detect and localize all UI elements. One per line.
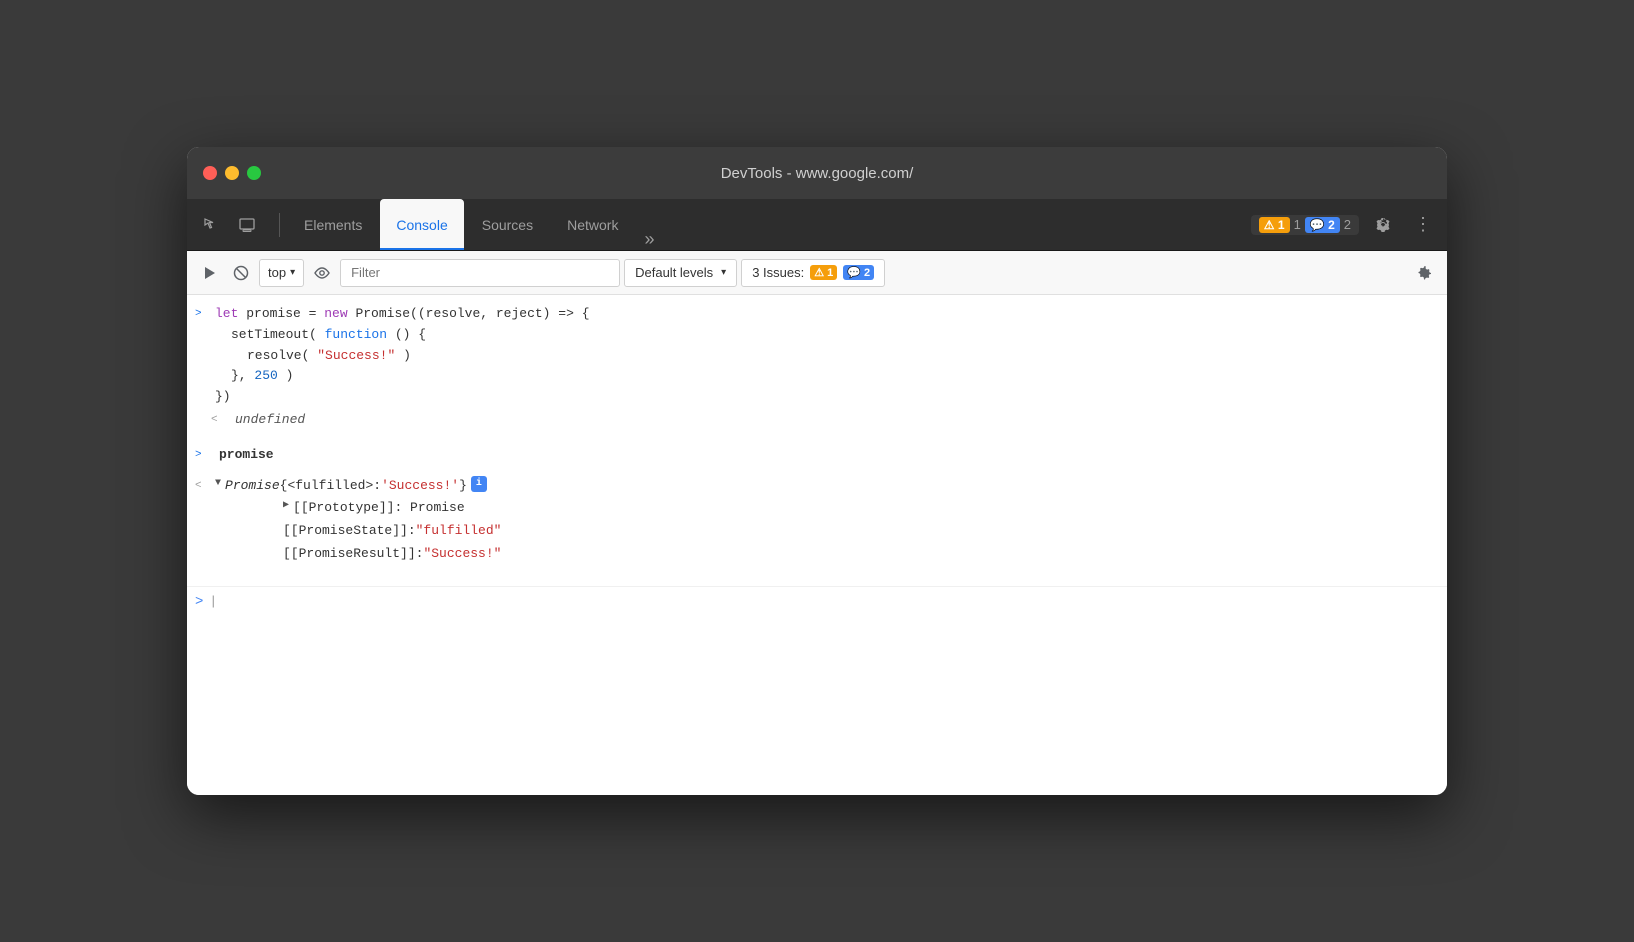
prototype-expand-arrow[interactable]: ▶ xyxy=(283,498,289,514)
inspect-element-button[interactable] xyxy=(195,209,227,241)
tab-console[interactable]: Console xyxy=(380,199,463,250)
promise-output-line: < ▼ Promise { <fulfilled>: 'Success!' } … xyxy=(187,475,1447,498)
issues-counter[interactable]: 3 Issues: ⚠ 1 💬 2 xyxy=(741,259,885,287)
tabs: Elements Console Sources Network » xyxy=(288,199,662,250)
devtools-icon-group xyxy=(195,209,263,241)
live-expression-button[interactable] xyxy=(308,259,336,287)
promise-label: Promise xyxy=(225,476,280,497)
promise-input-line: > promise xyxy=(187,444,1447,467)
chevron-down-icon: ▾ xyxy=(721,267,726,278)
spacer-2 xyxy=(187,467,1447,475)
more-vert-icon: ⋮ xyxy=(1414,214,1432,235)
promise-brace-open: { xyxy=(280,476,288,497)
spacer-3 xyxy=(187,566,1447,582)
code-line-4: }, 250 ) xyxy=(231,366,1447,387)
promise-state-line: [[PromiseState]]: "fulfilled" xyxy=(223,520,1447,543)
undefined-output-line: < undefined xyxy=(187,409,1447,432)
undefined-value: undefined xyxy=(227,410,1447,431)
console-toolbar: top ▾ Default levels ▾ 3 Issues: ⚠ 1 💬 2 xyxy=(187,251,1447,295)
promise-result-line: [[PromiseResult]]: "Success!" xyxy=(223,543,1447,566)
console-prompt-line[interactable]: > | xyxy=(187,586,1447,617)
prototype-line: ▶ [[Prototype]]: Promise xyxy=(223,497,1447,520)
clear-console-button[interactable] xyxy=(227,259,255,287)
info-icon[interactable]: i xyxy=(471,476,487,492)
filter-input[interactable] xyxy=(340,259,620,287)
code-line-5: }) xyxy=(215,387,1447,408)
console-input-line: > let promise = new Promise((resolve, re… xyxy=(187,303,1447,409)
devtools-window: DevTools - www.google.com/ Elements xyxy=(187,147,1447,795)
spacer xyxy=(187,432,1447,444)
console-content: > let promise = new Promise((resolve, re… xyxy=(187,295,1447,795)
prompt-arrow: > xyxy=(195,591,203,613)
promise-key: <fulfilled>: xyxy=(287,476,381,497)
device-toolbar-button[interactable] xyxy=(231,209,263,241)
run-script-button[interactable] xyxy=(195,259,223,287)
traffic-lights xyxy=(203,166,261,180)
warning-count-badge: ⚠ 1 xyxy=(810,265,837,280)
input-arrow: > xyxy=(195,306,211,324)
info-count-badge: 💬 2 xyxy=(843,265,874,280)
window-title: DevTools - www.google.com/ xyxy=(721,165,914,182)
close-button[interactable] xyxy=(203,166,217,180)
promise-input: promise xyxy=(211,445,1447,466)
promise-result-value: "Success!" xyxy=(423,544,501,565)
promise-state-value: "fulfilled" xyxy=(416,521,502,542)
more-options-button[interactable]: ⋮ xyxy=(1407,209,1439,241)
context-selector[interactable]: top ▾ xyxy=(259,259,304,287)
promise-output-arrow: < xyxy=(195,478,211,496)
prototype-label: [[Prototype]]: Promise xyxy=(293,498,465,519)
tab-network[interactable]: Network xyxy=(551,199,634,250)
console-settings-button[interactable] xyxy=(1411,259,1439,287)
tabbar-right: ⚠ 1 1 💬 2 2 ⋮ xyxy=(1251,209,1439,241)
promise-brace-close: } xyxy=(459,476,467,497)
promise-value: 'Success!' xyxy=(381,476,459,497)
tab-divider xyxy=(279,213,280,237)
code-line-2: setTimeout( function () { xyxy=(231,325,1447,346)
promise-result-key: [[PromiseResult]]: xyxy=(283,544,423,565)
info-badge: 💬 2 xyxy=(1305,217,1340,233)
output-arrow: < xyxy=(211,412,227,430)
issues-badge-container[interactable]: ⚠ 1 1 💬 2 2 xyxy=(1251,215,1359,235)
settings-button[interactable] xyxy=(1367,209,1399,241)
promise-state-key: [[PromiseState]]: xyxy=(283,521,416,542)
tabbar: Elements Console Sources Network » ⚠ 1 1 xyxy=(187,199,1447,251)
tab-sources[interactable]: Sources xyxy=(466,199,549,250)
input-arrow-2: > xyxy=(195,447,211,465)
warning-badge: ⚠ 1 xyxy=(1259,217,1290,233)
titlebar: DevTools - www.google.com/ xyxy=(187,147,1447,199)
tab-elements[interactable]: Elements xyxy=(288,199,378,250)
code-block: let promise = new Promise((resolve, reje… xyxy=(211,304,1447,408)
log-levels-selector[interactable]: Default levels ▾ xyxy=(624,259,737,287)
code-line-1: let promise = new Promise((resolve, reje… xyxy=(215,304,1447,325)
prompt-cursor: | xyxy=(209,592,217,613)
maximize-button[interactable] xyxy=(247,166,261,180)
collapse-arrow[interactable]: ▼ xyxy=(215,476,221,492)
minimize-button[interactable] xyxy=(225,166,239,180)
more-tabs-button[interactable]: » xyxy=(636,229,662,250)
code-line-3: resolve( "Success!" ) xyxy=(247,346,1447,367)
chevron-down-icon: ▾ xyxy=(290,267,295,278)
